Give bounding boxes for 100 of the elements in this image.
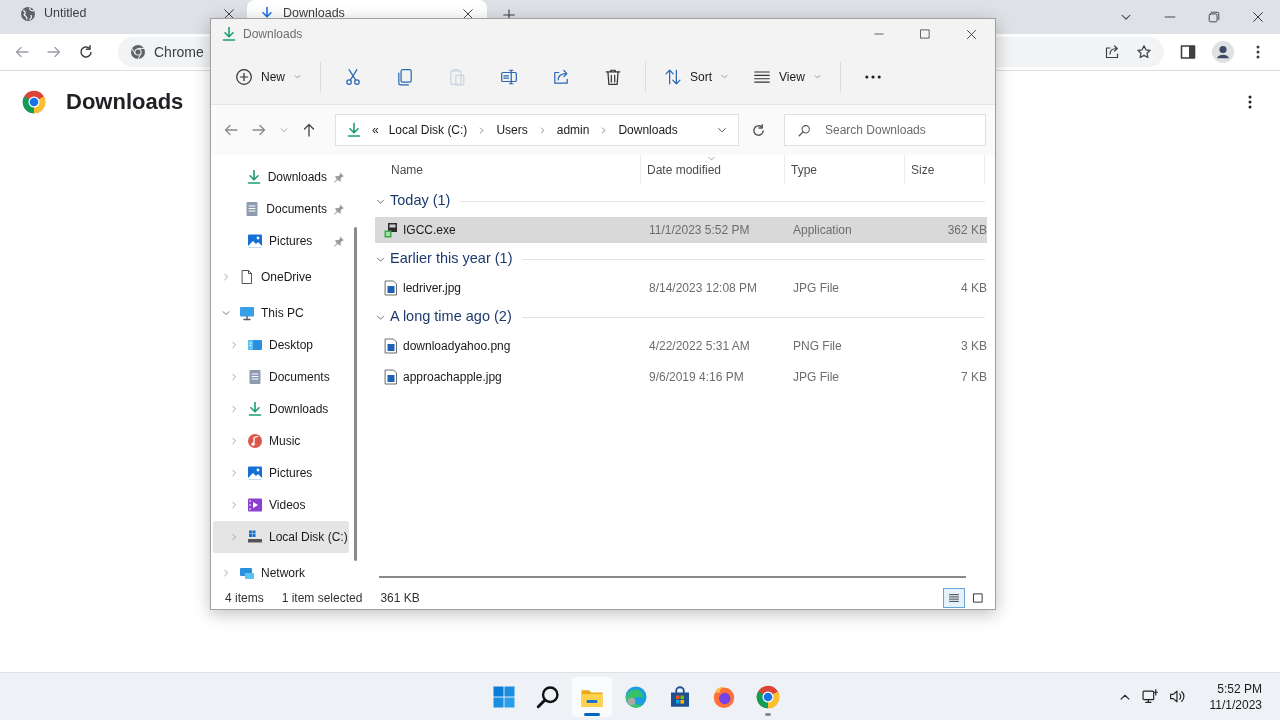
close-icon[interactable]: [965, 27, 978, 41]
plus-circle-icon: [235, 67, 253, 86]
square-icon: [972, 592, 984, 604]
page-title: Downloads: [66, 88, 184, 116]
address-bar[interactable]: « Local Disk (C:) Users admin Downloads: [335, 114, 739, 146]
file-row[interactable]: downloadyahoo.png 4/22/2022 5:31 AM PNG File 3 KB: [375, 333, 987, 359]
document-icon: [244, 201, 261, 217]
download-arrow-icon: [346, 122, 362, 138]
speaker-icon[interactable]: [1168, 688, 1186, 705]
file-type: JPG File: [793, 280, 839, 297]
sidebar-item[interactable]: Documents: [213, 361, 349, 393]
group-header[interactable]: Earlier this year (1): [369, 243, 985, 275]
start-icon: [492, 684, 516, 709]
picture-icon: [247, 465, 263, 481]
new-button[interactable]: New: [227, 61, 310, 92]
column-header[interactable]: Name: [369, 155, 641, 185]
breadcrumb-item[interactable]: Users: [496, 121, 528, 139]
group-header[interactable]: Today (1): [369, 185, 985, 217]
view-button[interactable]: View: [745, 61, 830, 92]
column-header[interactable]: Size: [905, 155, 985, 185]
firefox-browser-icon: [712, 684, 736, 709]
sidebar-item[interactable]: OneDrive: [213, 261, 349, 293]
image-file-icon: [383, 280, 399, 296]
video-icon: [247, 497, 263, 513]
refresh-icon[interactable]: [751, 122, 766, 138]
date-modified: 9/6/2019 4:16 PM: [649, 369, 744, 386]
clock[interactable]: 5:52 PM 11/1/2023: [1209, 680, 1262, 713]
file-row[interactable]: approachapple.jpg 9/6/2019 4:16 PM JPG File 7 KB: [375, 364, 987, 390]
sidebar-item[interactable]: Local Disk (C:): [213, 521, 349, 553]
drive-icon: [247, 529, 263, 545]
file-type: Application: [793, 222, 852, 239]
sort-arrows-icon: [664, 67, 682, 86]
rename-icon[interactable]: [500, 67, 518, 86]
file-row[interactable]: IGCC.exe 11/1/2023 5:52 PM Application 362 KB: [375, 217, 987, 243]
share-icon[interactable]: [552, 67, 570, 86]
item-count: 4 items: [225, 590, 264, 607]
up-arrow-icon[interactable]: [301, 122, 317, 138]
network-icon: [239, 565, 255, 581]
side-panel-icon[interactable]: [1180, 44, 1196, 60]
sidebar-item[interactable]: Pictures: [213, 457, 349, 489]
file-name: downloadyahoo.png: [403, 338, 511, 355]
reload-icon[interactable]: [78, 44, 94, 60]
maximize-icon[interactable]: [919, 27, 931, 40]
download-arrow-icon: [247, 401, 263, 417]
file-size: 4 KB: [961, 280, 987, 297]
restore-icon[interactable]: [1207, 10, 1221, 24]
sidebar-item[interactable]: Network: [213, 557, 349, 587]
search-icon: [536, 684, 560, 709]
details-view-button[interactable]: [943, 588, 965, 608]
search-icon: [798, 124, 811, 137]
copy-icon[interactable]: [396, 67, 414, 86]
chevron-icon: [477, 125, 487, 135]
picture-icon: [247, 233, 263, 249]
sidebar-item[interactable]: Videos: [213, 489, 349, 521]
sidebar-item[interactable]: Downloads: [213, 393, 349, 425]
sidebar-item[interactable]: This PC: [213, 297, 349, 329]
trash-icon[interactable]: [604, 67, 622, 86]
date-modified: 11/1/2023 5:52 PM: [649, 222, 750, 239]
music-note-icon: [247, 433, 263, 449]
blank-page-icon: [239, 269, 255, 285]
sidebar-item[interactable]: Pictures: [213, 225, 349, 257]
list-lines-icon: [948, 592, 960, 604]
window-title: Downloads: [243, 26, 303, 43]
column-header[interactable]: Date modified: [641, 155, 785, 185]
bookmark-star-icon[interactable]: [1136, 44, 1152, 60]
file-type: PNG File: [793, 338, 842, 355]
group-header[interactable]: A long time ago (2): [369, 301, 985, 333]
file-type: JPG File: [793, 369, 839, 386]
forward-icon[interactable]: [251, 122, 267, 138]
sidebar-item[interactable]: Documents: [213, 193, 349, 225]
sidebar-item[interactable]: Music: [213, 425, 349, 457]
sidebar-item[interactable]: Desktop: [213, 329, 349, 361]
close-icon[interactable]: [1251, 10, 1265, 24]
sidebar-item[interactable]: Downloads: [213, 161, 349, 193]
search-field[interactable]: Search Downloads: [784, 114, 986, 146]
breadcrumb-overflow[interactable]: «: [372, 121, 379, 139]
profile-avatar-icon[interactable]: [1212, 41, 1234, 63]
share-icon[interactable]: [1104, 44, 1120, 60]
download-arrow-icon: [221, 26, 237, 42]
close-icon[interactable]: [461, 6, 475, 21]
chrome-logo-icon: [756, 684, 780, 709]
back-icon[interactable]: [223, 122, 239, 138]
selection-size: 361 KB: [380, 590, 420, 607]
document-icon: [247, 369, 263, 385]
column-header[interactable]: Type: [785, 155, 905, 185]
file-size: 7 KB: [961, 369, 987, 386]
chevron-icon: [599, 125, 609, 135]
sort-button[interactable]: Sort: [656, 61, 738, 92]
image-file-icon: [383, 338, 399, 354]
caret-icon: [720, 72, 730, 81]
network-icon[interactable]: [1141, 688, 1159, 705]
store-bag-icon: [668, 684, 692, 709]
file-row[interactable]: ledriver.jpg 8/14/2023 12:08 PM JPG File 4 KB: [375, 275, 987, 301]
download-arrow-icon: [245, 169, 262, 185]
close-icon[interactable]: [222, 6, 236, 21]
file-size: 3 KB: [961, 338, 987, 355]
scissors-icon[interactable]: [344, 67, 362, 86]
breadcrumb-item[interactable]: Local Disk (C:): [388, 121, 468, 139]
breadcrumb-item[interactable]: admin: [556, 121, 590, 139]
breadcrumb-item[interactable]: Downloads: [618, 121, 678, 139]
